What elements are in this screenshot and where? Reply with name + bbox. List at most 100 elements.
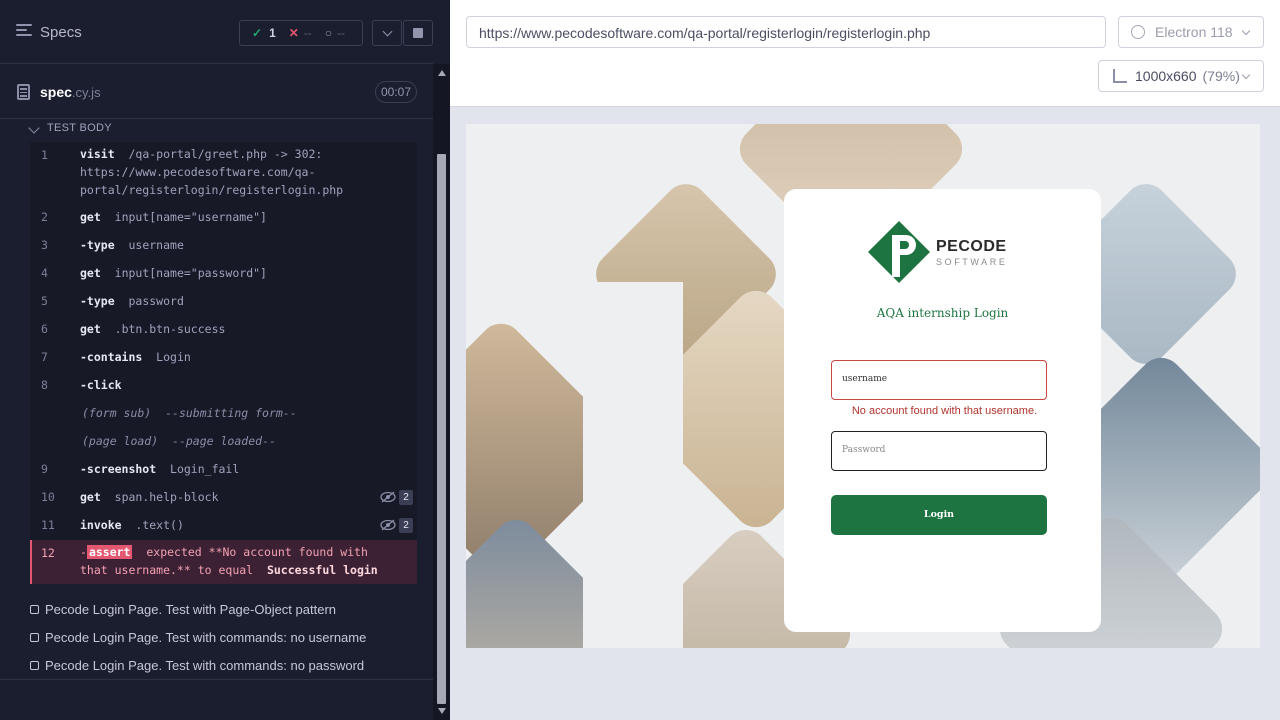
command-text: get input[name="password"] [80,266,267,280]
command-number: 3 [41,238,48,252]
square-icon [30,661,39,670]
command-arg: input[name="username"] [114,210,267,224]
spinner-icon: ○ [324,26,333,40]
test-body-label: TEST BODY [47,122,112,134]
square-icon [30,633,39,642]
browser-selector[interactable]: Electron 118 [1118,16,1264,48]
command-text: -click [80,378,122,392]
scroll-thumb[interactable] [437,154,446,704]
specs-title[interactable]: Specs [40,24,82,41]
document-icon [17,84,30,100]
stop-icon [413,28,423,38]
command-number: 4 [41,266,48,280]
command-text: -type password [80,294,184,308]
command-name: visit [80,147,115,161]
command-name: get [80,490,101,504]
test-title: Pecode Login Page. Test with Page-Object… [45,602,337,617]
command-number: 8 [41,378,48,392]
command-text: visit /qa-portal/greet.php -> 302: https… [80,145,400,199]
stop-button[interactable] [403,20,433,46]
aut-panel: https://www.pecodesoftware.com/qa-portal… [450,0,1280,720]
event-name: (form sub) [82,406,152,420]
command-row[interactable]: 9 -screenshot Login_fail [30,456,417,484]
command-number: 9 [41,462,48,476]
url-field[interactable]: https://www.pecodesoftware.com/qa-portal… [466,16,1106,48]
command-row[interactable]: 11 invoke .text() 2 [30,512,417,540]
spec-name-ext: .cy.js [71,85,101,100]
command-text: -screenshot Login_fail [80,462,239,476]
hidden-count-badge: 2 [399,518,413,533]
spec-name-main: spec [40,84,72,100]
menu-icon[interactable] [16,24,32,40]
command-arg: input[name="password"] [114,266,267,280]
command-name: get [80,266,101,280]
event-arg: --page loaded-- [172,434,276,448]
assert-tag: assert [86,545,133,559]
reporter-scrollbar[interactable] [433,64,450,720]
command-text: get .btn.btn-success [80,322,225,336]
collapse-button[interactable] [372,20,402,46]
event-row[interactable]: (form sub) --submitting form-- [30,400,417,428]
aut-toolbar: https://www.pecodesoftware.com/qa-portal… [450,0,1280,107]
command-name: get [80,322,101,336]
command-row[interactable]: 4 get input[name="password"] [30,260,417,288]
help-block: No account found with that username. [851,405,1038,417]
eye-slash-icon [380,491,396,503]
command-row[interactable]: 2 get input[name="username"] [30,204,417,232]
command-row[interactable]: 8 -click [30,372,417,400]
background-letter-shape [583,282,683,648]
command-text: get input[name="username"] [80,210,267,224]
chevron-down-icon [28,122,40,134]
command-row[interactable]: 10 get span.help-block 2 [30,484,417,512]
command-row[interactable]: 3 -type username [30,232,417,260]
square-icon [30,605,39,614]
scroll-down-icon[interactable] [438,708,446,714]
login-button[interactable]: Login [831,495,1047,535]
command-number: 12 [41,546,55,560]
command-text: -type username [80,238,184,252]
command-arg: span.help-block [114,490,219,504]
check-icon: ✓ [252,26,263,40]
assert-value: Successful login [266,563,378,577]
command-text: invoke .text() [80,518,184,532]
spec-row[interactable]: spec.cy.js 00:07 [0,65,433,119]
command-arg: username [128,238,184,252]
event-row[interactable]: (page load) --page loaded-- [30,428,417,456]
command-row[interactable]: 5 -type password [30,288,417,316]
command-row[interactable]: 1 visit /qa-portal/greet.php -> 302: htt… [30,142,417,204]
aut-iframe: PECODE SOFTWARE AQA internship Login use… [466,124,1260,648]
event-text: (form sub) --submitting form-- [82,406,297,420]
command-text: -contains Login [80,350,191,364]
command-row[interactable]: 6 get .btn.btn-success [30,316,417,344]
command-number: 2 [41,210,48,224]
command-name: -contains [80,350,143,364]
reporter-panel: Specs ✓ 1 ✕ -- ○ -- spec.cy.js 00:07 TES… [0,0,450,720]
command-name: invoke [80,518,122,532]
form-title: AQA internship Login [876,306,1009,320]
brand-name: PECODE [936,238,1007,255]
viewport-size: 1000x660 [1135,68,1197,84]
spec-name: spec.cy.js [40,84,101,100]
viewport-info[interactable]: 1000x660 (79%) [1098,60,1264,92]
command-arg: password [128,294,184,308]
specs-header: Specs ✓ 1 ✕ -- ○ -- [0,0,433,64]
failed-command-row[interactable]: 12 - assert expected **No account found w… [30,540,417,584]
test-title: Pecode Login Page. Test with commands: n… [45,658,365,673]
chevron-down-icon [382,26,392,36]
eye-slash-icon [380,519,396,531]
divider [0,679,433,680]
event-name: (page load) [82,434,159,448]
login-card: PECODE SOFTWARE AQA internship Login use… [784,189,1101,632]
scroll-up-icon[interactable] [438,70,446,76]
command-name: -type [80,238,115,252]
command-log: 1 visit /qa-portal/greet.php -> 302: htt… [30,142,417,584]
failed-count: -- [303,26,312,40]
command-row[interactable]: 7 -contains Login [30,344,417,372]
command-name: get [80,210,101,224]
electron-icon [1131,25,1145,39]
viewport-scale: (79%) [1202,68,1240,84]
username-input[interactable]: username [831,360,1047,400]
command-arg: Login [156,350,191,364]
command-number: 1 [41,148,48,162]
password-input[interactable]: Password [831,431,1047,471]
